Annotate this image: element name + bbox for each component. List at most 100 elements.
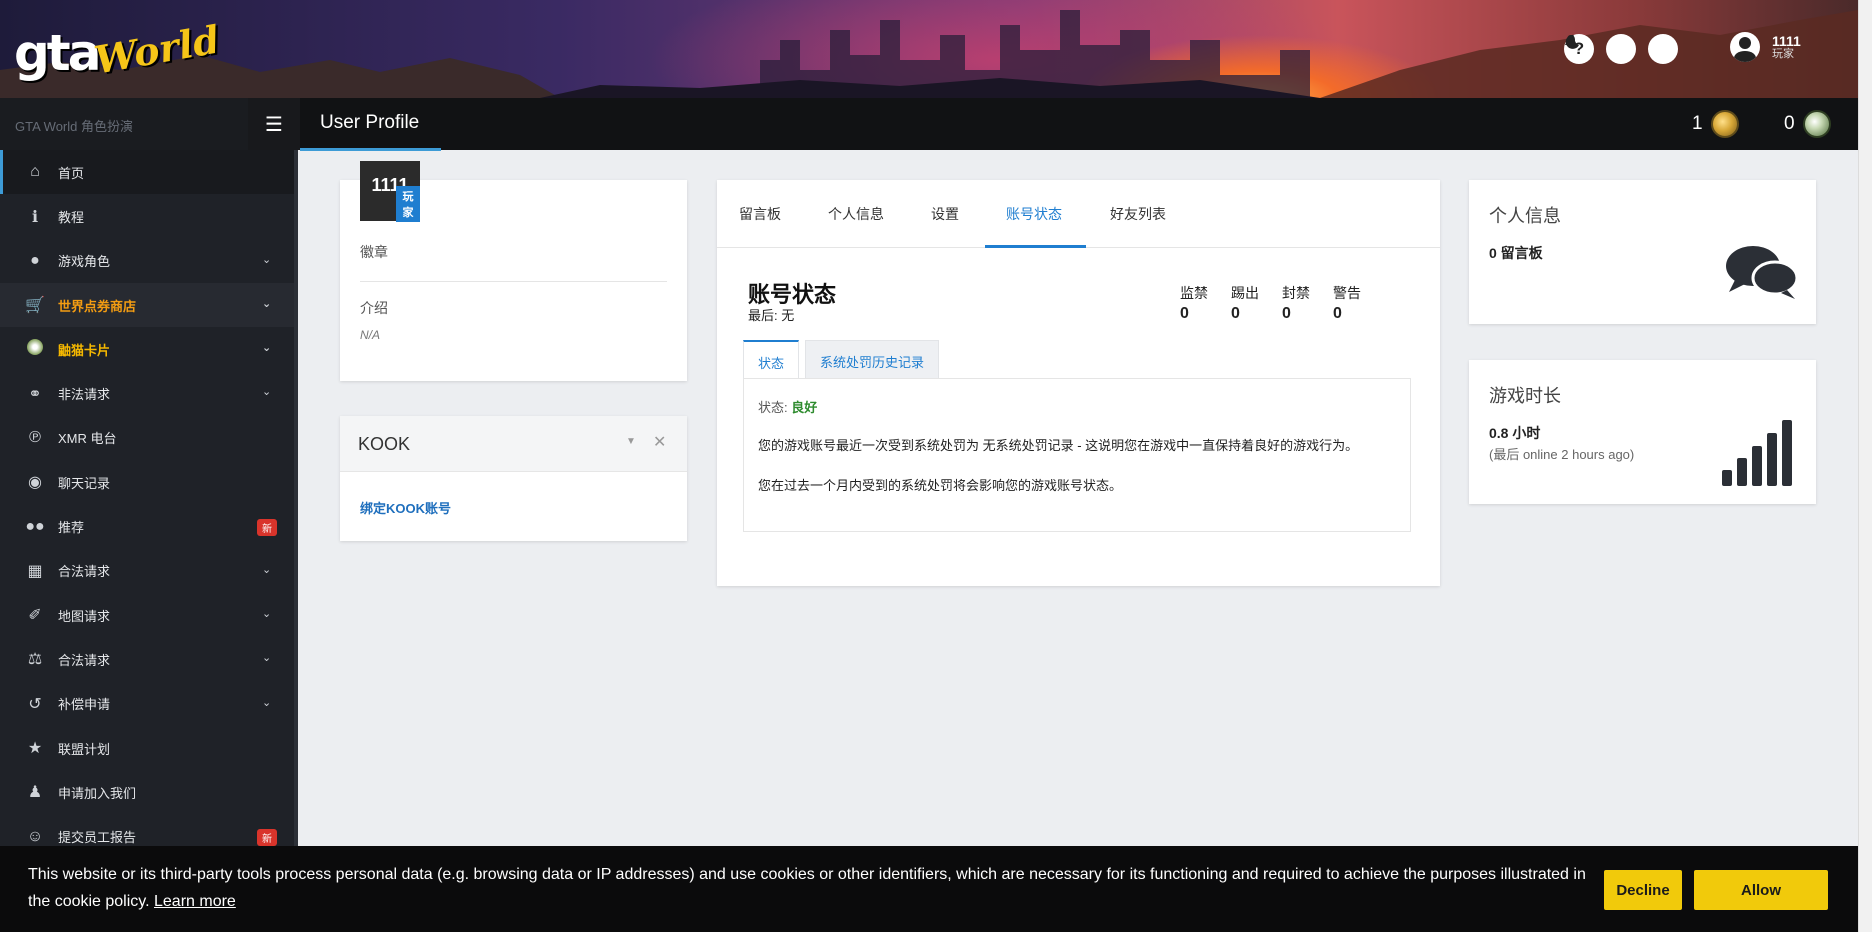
sidebar-item-label: 申请加入我们 [58,785,137,801]
stat-value: 0 [1231,305,1240,322]
chevron-down-icon: ⌄ [262,342,272,355]
sidebar-item-join-us[interactable]: ♟ 申请加入我们 [0,770,297,814]
info-icon: i [31,206,39,226]
profile-card: 1111 玩家 徽章 介绍 N/A [340,161,687,381]
subtab-punishment-history[interactable]: 系统处罚历史记录 [805,340,940,379]
logo-world-text: World [91,16,224,83]
status-panel: 状态: 良好 您的游戏账号最近一次受到系统处罚为 无系统处罚记录 - 这说明您在… [743,378,1411,532]
gold-coin-icon [1710,110,1739,138]
playtime-card: 游戏时长 0.8 小时 (最后 online 2 hours ago) [1469,360,1816,504]
sidebar-item-label: 首页 [58,165,85,181]
status-description: 您的游戏账号最近一次受到系统处罚为 无系统处罚记录 - 这说明您在游戏中一直保持… [758,438,1359,453]
building-icon: ▦ [27,562,43,580]
sidebar-item-referral[interactable]: ●● 推荐 新 [0,504,297,548]
intro-value: N/A [360,328,381,342]
sidebar-item-store[interactable]: 🛒 世界点券商店 ⌄ [0,282,297,328]
sidebar-item-xmr-radio[interactable]: ℗ XMR 电台 [0,416,297,460]
info-card-title: 个人信息 [1489,206,1561,226]
sidebar-item-label: 推荐 [58,520,85,536]
badges-label: 徽章 [360,244,388,260]
gta-world-logo[interactable]: gta World [14,16,223,82]
gold-coin-counter[interactable]: 1 [1692,110,1739,138]
sidebar-item-label: 联盟计划 [58,741,111,757]
sidebar-item-home[interactable]: ⌂ 首页 [0,150,297,195]
sidebar-item-legal-requests[interactable]: ▦ 合法请求 ⌄ [0,549,297,593]
sidebar-item-affiliate[interactable]: ★ 联盟计划 [0,726,297,770]
sidebar-item-legal-requests-2[interactable]: ⚖ 合法请求 ⌄ [0,637,297,681]
signal-bars-icon [1722,420,1792,486]
page-scrollbar[interactable] [1858,0,1872,932]
playtime-value: 0.8 小时 [1489,425,1541,441]
subtab-status[interactable]: 状态 [743,340,800,379]
tab-message-board[interactable]: 留言板 [739,204,781,224]
bell-icon[interactable] [1565,34,1678,64]
star-icon: ★ [27,740,43,757]
cookie-text: This website or its third-party tools pr… [28,866,1586,910]
sidebar-item-chat-logs[interactable]: ◉ 聊天记录 [0,460,297,504]
sidebar-item-label: 鼬猫卡片 [58,342,111,358]
green-coin-counter[interactable]: 0 [1784,110,1831,138]
page-progress-bar [300,148,441,151]
hamburger-icon: ☰ [265,113,283,136]
allow-button[interactable]: Allow [1694,870,1828,910]
last-online: (最后 online 2 hours ago) [1489,447,1635,462]
tab-settings[interactable]: 设置 [931,204,959,224]
page-title: User Profile [320,112,420,133]
home-icon: ⌂ [30,163,40,181]
card-icon [24,338,46,360]
new-badge: 新 [257,519,277,537]
brand-text: GTA World 角色扮演 [15,119,133,134]
decline-button[interactable]: Decline [1604,870,1682,910]
sidebar-item-illegal-requests[interactable]: ⚭ 非法请求 ⌄ [0,371,297,415]
bind-kook-link[interactable]: 绑定KOOK账号 [360,498,451,517]
sidebar-item-label: 合法请求 [58,652,111,668]
chevron-down-icon: ⌄ [262,696,272,709]
sidebar-item-map-requests[interactable]: ✐ 地图请求 ⌄ [0,593,297,637]
sidebar-item-label: 地图请求 [58,608,111,624]
sidebar-item-label: 世界点券商店 [58,298,137,314]
brush-icon: ✐ [28,607,42,625]
stat-value: 0 [1180,305,1189,322]
tab-friends[interactable]: 好友列表 [1110,204,1166,224]
user-role: 玩家 [1772,48,1794,60]
chat-icon: ◉ [28,474,42,492]
kook-card-header: KOOK ▼ ✕ [340,416,687,472]
cookie-consent-bar: This website or its third-party tools pr… [0,846,1858,932]
header-icons: ? [1564,34,1678,64]
sidebar-item-characters[interactable]: ● 游戏角色 ⌄ [0,239,297,283]
learn-more-link[interactable]: Learn more [154,893,236,910]
divider [360,281,667,282]
sidebar-item-cards[interactable]: 鼬猫卡片 ⌄ [0,327,297,371]
status-note: 您在过去一个月内受到的系统处罚将会影响您的游戏账号状态。 [758,478,1123,493]
sidebar-item-tutorial[interactable]: i 教程 [0,194,297,238]
status-subtabs: 状态 系统处罚历史记录 [743,340,1411,379]
stat-value: 0 [1333,305,1342,322]
kook-title: KOOK [358,434,411,454]
mask-icon: ⚭ [28,385,42,403]
brand-box: GTA World 角色扮演 [0,98,248,150]
sidebar-item-compensation[interactable]: ↺ 补偿申请 ⌄ [0,682,297,726]
chevron-down-icon: ⌄ [262,253,272,266]
stat-ban: 封禁 0 [1282,283,1310,323]
user-menu[interactable]: 1111 玩家 [1730,32,1801,62]
status-value: 良好 [791,400,818,415]
stat-label: 踢出 [1231,285,1259,301]
menu-toggle-button[interactable]: ☰ [248,98,300,150]
sidebar-scrollbar[interactable] [294,150,298,932]
chevron-down-icon: ⌄ [262,652,272,665]
info-summary-card: 个人信息 0 留言板 [1469,180,1816,324]
sidebar-item-label: 合法请求 [58,564,111,580]
last-punishment: 最后: 无 [748,308,795,323]
tab-personal-info[interactable]: 个人信息 [828,204,884,224]
close-icon[interactable]: ✕ [653,432,666,452]
panda-coin-icon [1802,110,1831,138]
sidebar-item-label: 游戏角色 [58,254,111,270]
active-tab-indicator [985,245,1086,248]
tab-account-status[interactable]: 账号状态 [1006,204,1062,224]
users-icon: ●● [25,517,45,535]
moon-icon[interactable] [1565,34,1636,64]
face-icon: ☺ [26,827,44,845]
sidebar-item-label: 补偿申请 [58,697,111,713]
account-status-card: 留言板 个人信息 设置 账号状态 好友列表 账号状态 最后: 无 监禁 0 踢出… [717,180,1440,586]
caret-down-icon[interactable]: ▼ [626,436,636,447]
